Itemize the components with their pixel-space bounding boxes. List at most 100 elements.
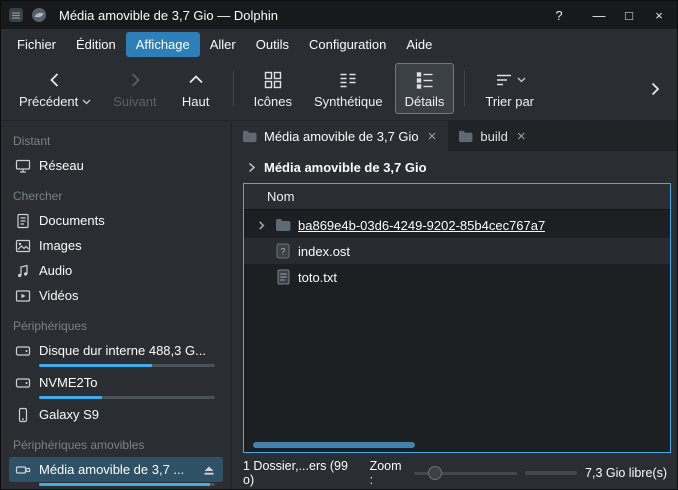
- minimize-button[interactable]: —: [587, 4, 611, 26]
- sidebar-item-label: Réseau: [39, 158, 217, 173]
- disk-usage-bar: [39, 364, 215, 367]
- compact-view-icon: [338, 68, 358, 92]
- sort-icon: [494, 70, 514, 90]
- sidebar-item-images[interactable]: Images: [9, 233, 223, 258]
- free-space-label: 7,3 Gio libre(s): [585, 466, 667, 480]
- disk-usage-bar: [39, 483, 215, 486]
- tab-media-amovible[interactable]: Média amovible de 3,7 Gio ×: [232, 121, 448, 151]
- document-icon: [15, 213, 31, 229]
- zoom-slider-handle[interactable]: [428, 466, 442, 480]
- chevron-right-icon: [647, 81, 663, 97]
- sidebar-item-label: Documents: [39, 213, 217, 228]
- menu-outils[interactable]: Outils: [246, 32, 299, 57]
- file-row-folder[interactable]: ba869e4b-03d6-4249-9202-85b4cec767a7: [244, 212, 670, 238]
- details-view-button[interactable]: Détails: [395, 63, 455, 114]
- eject-icon[interactable]: [201, 463, 217, 477]
- up-label: Haut: [182, 94, 209, 109]
- menu-aller[interactable]: Aller: [200, 32, 246, 57]
- sidebar-item-galaxy-s9[interactable]: Galaxy S9: [9, 402, 223, 427]
- status-summary: 1 Dossier,...ers (99 o): [243, 459, 354, 487]
- caret-down-icon: [82, 99, 91, 105]
- sidebar-item-label: Audio: [39, 263, 217, 278]
- sort-by-button[interactable]: Trier par: [475, 63, 544, 114]
- compact-view-label: Synthétique: [314, 94, 383, 109]
- caret-down-icon: [517, 77, 526, 83]
- compact-view-button[interactable]: Synthétique: [304, 63, 393, 114]
- image-icon: [15, 238, 31, 254]
- sidebar-item-nvme2to[interactable]: NVME2To: [9, 370, 223, 395]
- menu-affichage[interactable]: Affichage: [126, 32, 200, 57]
- sidebar-item-media-amovible[interactable]: Média amovible de 3,7 ...: [9, 457, 223, 482]
- audio-icon: [15, 263, 31, 279]
- help-button[interactable]: ?: [547, 4, 571, 26]
- menu-aide[interactable]: Aide: [396, 32, 442, 57]
- close-button[interactable]: ×: [647, 4, 671, 26]
- chevron-left-icon: [45, 68, 65, 92]
- tab-label: build: [480, 129, 507, 144]
- chevron-up-icon: [186, 68, 206, 92]
- file-name[interactable]: toto.txt: [298, 270, 337, 285]
- disk-usage-bar: [39, 396, 215, 399]
- video-icon: [15, 288, 31, 304]
- window-title: Média amovible de 3,7 Gio — Dolphin: [59, 8, 278, 23]
- sidebar-item-audio[interactable]: Audio: [9, 258, 223, 283]
- tab-close-icon[interactable]: ×: [426, 129, 439, 144]
- disk-usage-fill: [39, 396, 102, 399]
- tab-close-icon[interactable]: ×: [515, 129, 528, 144]
- toolbar-separator: [464, 71, 465, 106]
- sidebar-item-label: Images: [39, 238, 217, 253]
- menu-fichier[interactable]: Fichier: [7, 32, 66, 57]
- hard-drive-icon: [15, 375, 31, 391]
- sort-by-label: Trier par: [485, 94, 534, 109]
- tab-build[interactable]: build ×: [448, 121, 537, 151]
- status-bar: 1 Dossier,...ers (99 o) Zoom : 7,3 Gio l…: [232, 457, 677, 489]
- file-name[interactable]: index.ost: [298, 244, 350, 259]
- file-row-index-ost[interactable]: ? index.ost: [244, 238, 670, 264]
- chevron-right-icon: [125, 68, 145, 92]
- phone-icon: [15, 407, 31, 423]
- sidebar-item-videos[interactable]: Vidéos: [9, 283, 223, 308]
- breadcrumb-current[interactable]: Média amovible de 3,7 Gio: [264, 160, 427, 175]
- sidebar-item-label: Média amovible de 3,7 ...: [39, 462, 193, 477]
- tab-label: Média amovible de 3,7 Gio: [264, 129, 419, 144]
- column-header-nom[interactable]: Nom: [244, 184, 670, 210]
- folder-icon: [458, 130, 473, 143]
- up-button[interactable]: Haut: [169, 63, 223, 114]
- zoom-label: Zoom :: [370, 459, 406, 487]
- sidebar-item-label: NVME2To: [39, 375, 217, 390]
- app-menu-icon[interactable]: [7, 7, 24, 24]
- horizontal-scrollbar[interactable]: [253, 442, 415, 448]
- back-button[interactable]: Précédent: [9, 63, 101, 114]
- file-rows: ba869e4b-03d6-4249-9202-85b4cec767a7 ? i…: [244, 210, 670, 452]
- sidebar-item-documents[interactable]: Documents: [9, 208, 223, 233]
- text-file-icon: [275, 269, 291, 285]
- section-header-peripheriques: Périphériques: [13, 319, 219, 333]
- section-header-chercher: Chercher: [13, 189, 219, 203]
- menu-configuration[interactable]: Configuration: [299, 32, 396, 57]
- zoom-slider[interactable]: [414, 464, 518, 482]
- file-row-toto-txt[interactable]: toto.txt: [244, 264, 670, 290]
- hard-drive-icon: [15, 343, 31, 359]
- menu-edition[interactable]: Édition: [66, 32, 126, 57]
- icons-view-label: Icônes: [254, 94, 292, 109]
- forward-button[interactable]: Suivant: [103, 63, 166, 114]
- icons-view-button[interactable]: Icônes: [244, 63, 302, 114]
- file-name[interactable]: ba869e4b-03d6-4249-9202-85b4cec767a7: [298, 218, 545, 233]
- details-view-label: Détails: [405, 94, 445, 109]
- sidebar-item-reseau[interactable]: Réseau: [9, 153, 223, 178]
- dolphin-window: Média amovible de 3,7 Gio — Dolphin ? — …: [0, 0, 678, 490]
- section-header-peripheriques-amovibles: Périphériques amovibles: [13, 438, 219, 452]
- sidebar-item-disque-dur-interne[interactable]: Disque dur interne 488,3 G...: [9, 338, 223, 363]
- folder-icon: [275, 218, 291, 232]
- column-header-label: Nom: [267, 189, 294, 204]
- expand-icon[interactable]: [254, 221, 268, 230]
- maximize-button[interactable]: □: [617, 4, 641, 26]
- sidebar-item-label: Galaxy S9: [39, 407, 217, 422]
- unknown-file-icon: ?: [275, 243, 291, 259]
- file-view: Nom ba869e4b-03d6-4249-9202-85b4cec767a7: [243, 183, 671, 453]
- toolbar-overflow-button[interactable]: [641, 73, 669, 105]
- svg-text:?: ?: [280, 247, 285, 257]
- back-label: Précédent: [19, 94, 78, 109]
- free-space-bar: [525, 471, 577, 475]
- breadcrumb[interactable]: Média amovible de 3,7 Gio: [232, 151, 677, 183]
